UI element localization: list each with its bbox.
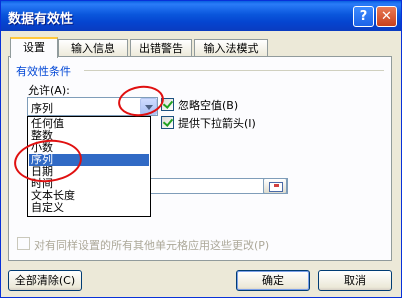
- option-custom[interactable]: 自定义: [29, 202, 149, 214]
- tab-ime-mode[interactable]: 输入法模式: [194, 39, 268, 57]
- range-select-icon[interactable]: [263, 178, 287, 194]
- allow-label: 允许(A):: [28, 84, 70, 97]
- clear-all-button[interactable]: 全部清除(C): [8, 270, 82, 291]
- group-divider: [84, 70, 384, 71]
- dropdown-arrow-label: 提供下拉箭头(I): [178, 117, 256, 130]
- ignore-blank-checkbox[interactable]: [161, 98, 174, 111]
- allow-select-value: 序列: [31, 102, 53, 115]
- validation-criteria-label: 有效性条件: [16, 65, 71, 78]
- help-icon[interactable]: ?: [353, 6, 374, 27]
- tab-settings[interactable]: 设置: [10, 37, 58, 58]
- allow-options-list[interactable]: 任何值 整数 小数 序列 日期 时间 文本长度 自定义: [27, 116, 151, 217]
- tab-error-alert[interactable]: 出错警告: [130, 39, 192, 57]
- ok-button[interactable]: 确定: [236, 270, 310, 291]
- title-bar[interactable]: 数据有效性 ? ✕: [1, 1, 401, 31]
- dropdown-arrow-checkbox[interactable]: [161, 116, 174, 129]
- cancel-button[interactable]: 取消: [318, 270, 392, 291]
- apply-all-label: 对有同样设置的所有其他单元格应用这些更改(P): [34, 239, 270, 252]
- tab-input-message[interactable]: 输入信息: [58, 39, 128, 57]
- allow-select[interactable]: 序列: [27, 97, 158, 116]
- apply-all-checkbox[interactable]: [17, 237, 30, 250]
- close-icon[interactable]: ✕: [376, 6, 397, 27]
- ignore-blank-label: 忽略空值(B): [178, 99, 239, 112]
- chevron-down-icon[interactable]: [140, 98, 157, 115]
- dialog-title: 数据有效性: [8, 12, 74, 27]
